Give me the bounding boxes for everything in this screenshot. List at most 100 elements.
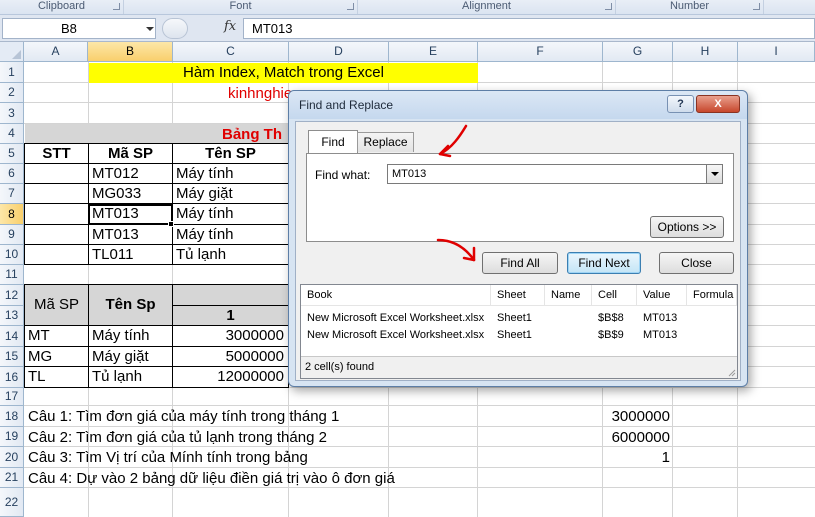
results-header-sheet[interactable]: Sheet — [491, 285, 545, 306]
ribbon-group-font[interactable]: Font — [124, 0, 358, 14]
dialog-launcher-icon[interactable] — [113, 3, 120, 10]
sheet-subtitle[interactable]: kinhnghie — [228, 84, 292, 103]
row-header-13[interactable]: 13 — [0, 306, 24, 326]
name-box[interactable]: B8 — [2, 18, 156, 39]
table1-header-code[interactable]: Mã SP — [88, 143, 173, 164]
formula-input[interactable]: MT013 — [243, 18, 815, 39]
find-what-input[interactable]: MT013 — [387, 164, 723, 184]
results-header-cell[interactable]: Cell — [592, 285, 637, 306]
resize-grip-icon[interactable] — [726, 367, 736, 377]
row-header-9[interactable]: 9 — [0, 225, 24, 245]
column-header-i[interactable]: I — [738, 42, 815, 62]
row-header-14[interactable]: 14 — [0, 326, 24, 347]
tab-replace[interactable]: Replace — [357, 132, 414, 152]
table2-cell[interactable]: 5000000 — [172, 346, 289, 367]
row-header-1[interactable]: 1 — [0, 62, 24, 83]
row-header-12[interactable]: 12 — [0, 285, 24, 306]
table1-title[interactable]: Bảng Th — [222, 125, 282, 144]
row-header-21[interactable]: 21 — [0, 468, 24, 488]
table1-cell[interactable]: Máy tính — [172, 224, 289, 245]
table1-cell[interactable] — [24, 183, 89, 204]
table1-cell[interactable]: TL011 — [88, 244, 173, 265]
table2-cell[interactable]: Tủ lạnh — [88, 366, 173, 388]
row-header-4[interactable]: 4 — [0, 124, 24, 144]
row-header-6[interactable]: 6 — [0, 164, 24, 184]
row-header-11[interactable]: 11 — [0, 265, 24, 285]
dialog-close-button[interactable]: X — [696, 95, 740, 113]
dialog-launcher-icon[interactable] — [753, 3, 760, 10]
column-header-g[interactable]: G — [603, 42, 673, 62]
ribbon-group-clipboard[interactable]: Clipboard — [0, 0, 124, 14]
table1-cell[interactable]: Máy giặt — [172, 183, 289, 204]
find-all-button[interactable]: Find All — [482, 252, 558, 274]
table1-cell[interactable]: MG033 — [88, 183, 173, 204]
column-header-c[interactable]: C — [173, 42, 289, 62]
table1-cell[interactable] — [24, 163, 89, 184]
formula-bar-resize-handle[interactable] — [162, 18, 188, 39]
table2-cell[interactable]: MT — [24, 325, 89, 347]
column-header-e[interactable]: E — [389, 42, 478, 62]
row-header-2[interactable]: 2 — [0, 83, 24, 103]
results-header-value[interactable]: Value — [637, 285, 687, 306]
insert-function-icon[interactable]: fx — [224, 19, 236, 34]
table2-header-code[interactable]: Mã SP — [24, 284, 89, 326]
table1-header-name[interactable]: Tên SP — [172, 143, 289, 164]
help-button[interactable]: ? — [667, 95, 694, 113]
table1-cell[interactable]: MT012 — [88, 163, 173, 184]
row-header-19[interactable]: 19 — [0, 427, 24, 447]
dialog-launcher-icon[interactable] — [605, 3, 612, 10]
select-all-button[interactable] — [0, 42, 24, 62]
table1-cell[interactable]: Máy tính — [172, 203, 289, 225]
question-answer[interactable]: 1 — [603, 448, 670, 467]
row-header-18[interactable]: 18 — [0, 406, 24, 427]
table2-cell[interactable]: Máy giặt — [88, 346, 173, 367]
table2-cell[interactable]: 12000000 — [172, 366, 289, 388]
table1-cell[interactable]: Tủ lạnh — [172, 244, 289, 265]
question-text[interactable]: Câu 3: Tìm Vị trí của Mính tính trong bả… — [28, 448, 308, 467]
table1-cell[interactable] — [24, 224, 89, 245]
results-header-name[interactable]: Name — [545, 285, 592, 306]
column-header-a[interactable]: A — [24, 42, 88, 62]
fill-handle[interactable] — [168, 221, 174, 227]
question-text[interactable]: Câu 2: Tìm đơn giá của tủ lạnh trong thá… — [28, 428, 327, 447]
row-header-7[interactable]: 7 — [0, 184, 24, 204]
column-header-h[interactable]: H — [673, 42, 738, 62]
find-replace-dialog[interactable]: Find and Replace ? X Find Replace Find w… — [288, 90, 748, 387]
column-header-f[interactable]: F — [478, 42, 603, 62]
row-header-8[interactable]: 8 — [0, 204, 24, 225]
tab-find[interactable]: Find — [308, 130, 358, 154]
chevron-down-icon[interactable] — [146, 27, 154, 31]
row-header-20[interactable]: 20 — [0, 447, 24, 468]
dialog-launcher-icon[interactable] — [347, 3, 354, 10]
sheet-title[interactable]: Hàm Index, Match trong Excel — [89, 63, 478, 83]
table1-header-stt[interactable]: STT — [24, 143, 89, 164]
row-header-17[interactable]: 17 — [0, 388, 24, 406]
table1-cell[interactable] — [24, 203, 89, 225]
dialog-titlebar[interactable]: Find and Replace ? X — [289, 91, 747, 119]
row-header-22[interactable]: 22 — [0, 488, 24, 517]
row-header-3[interactable]: 3 — [0, 103, 24, 124]
table1-cell[interactable] — [24, 244, 89, 265]
find-next-button[interactable]: Find Next — [567, 252, 641, 274]
question-answer[interactable]: 6000000 — [603, 428, 670, 447]
table1-cell[interactable]: MT013 — [88, 224, 173, 245]
table2-header-month[interactable]: 1 — [172, 305, 289, 326]
table2-cell[interactable]: TL — [24, 366, 89, 388]
question-text[interactable]: Câu 1: Tìm đơn giá của máy tính trong th… — [28, 407, 339, 426]
table2-cell[interactable]: Máy tính — [88, 325, 173, 347]
close-button[interactable]: Close — [659, 252, 734, 274]
ribbon-group-alignment[interactable]: Alignment — [358, 0, 616, 14]
results-list[interactable]: Book Sheet Name Cell Value Formula New M… — [300, 284, 738, 379]
options-button[interactable]: Options >> — [650, 216, 724, 238]
active-cell-outline[interactable] — [88, 204, 173, 225]
table2-header-name[interactable]: Tên Sp — [88, 284, 173, 326]
results-header-book[interactable]: Book — [301, 285, 491, 306]
row-header-5[interactable]: 5 — [0, 144, 24, 164]
table2-cell[interactable]: 3000000 — [172, 325, 289, 347]
find-history-dropdown[interactable] — [706, 165, 722, 183]
row-header-15[interactable]: 15 — [0, 347, 24, 367]
row-header-16[interactable]: 16 — [0, 367, 24, 388]
question-text[interactable]: Câu 4: Dự vào 2 bảng dữ liệu điền giá tr… — [28, 469, 395, 488]
question-answer[interactable]: 3000000 — [603, 407, 670, 426]
table1-cell[interactable]: Máy tính — [172, 163, 289, 184]
